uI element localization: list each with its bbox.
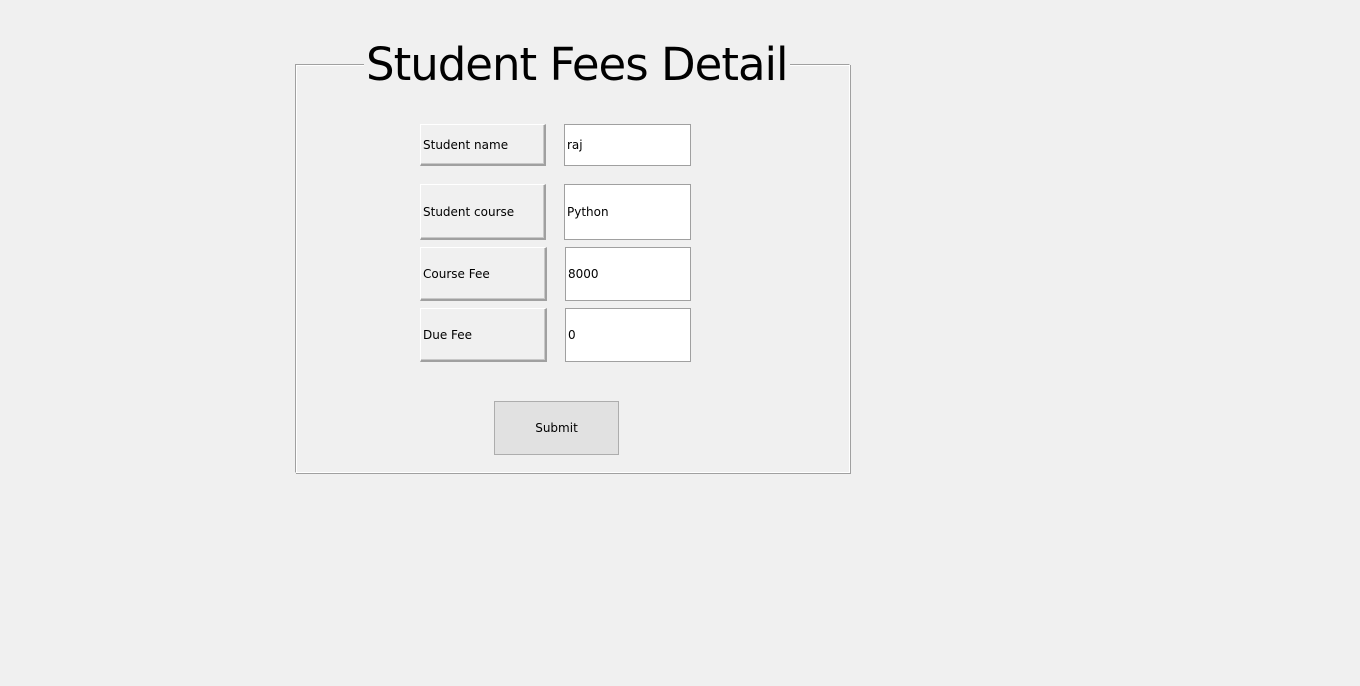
student-course-input[interactable] — [564, 184, 691, 240]
form-title: Student Fees Detail — [364, 38, 790, 92]
student-name-label: Student name — [420, 124, 546, 166]
student-course-label: Student course — [420, 184, 546, 240]
due-fee-label: Due Fee — [420, 308, 547, 362]
submit-button[interactable]: Submit — [494, 401, 619, 455]
student-name-input[interactable] — [564, 124, 691, 166]
due-fee-input[interactable] — [565, 308, 691, 362]
course-fee-label: Course Fee — [420, 247, 547, 301]
app-window: Student Fees Detail Student name Student… — [0, 0, 1360, 686]
course-fee-input[interactable] — [565, 247, 691, 301]
